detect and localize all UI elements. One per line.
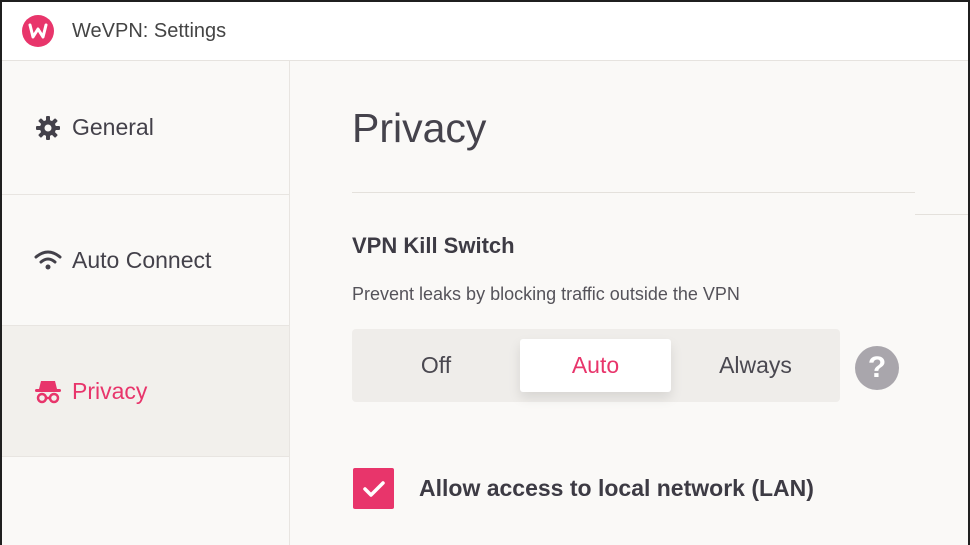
sidebar-item-general[interactable]: General xyxy=(2,61,289,195)
sidebar-item-label: General xyxy=(72,114,154,140)
checkmark-icon xyxy=(362,480,385,497)
lan-checkbox-label[interactable]: Allow access to local network (LAN) xyxy=(419,475,814,502)
spy-icon xyxy=(34,377,62,405)
sidebar: General Auto Connect Privacy xyxy=(2,61,290,545)
lan-checkbox[interactable] xyxy=(353,468,394,509)
kill-switch-description: Prevent leaks by blocking traffic outsid… xyxy=(352,284,740,304)
kill-switch-title: VPN Kill Switch xyxy=(352,233,515,258)
page-title: Privacy xyxy=(352,105,487,151)
sidebar-item-privacy[interactable]: Privacy xyxy=(2,326,289,457)
window-title: WeVPN: Settings xyxy=(72,19,227,42)
kill-switch-option-off[interactable]: Off xyxy=(352,339,520,392)
title-bar: WeVPN: Settings xyxy=(2,2,968,61)
divider xyxy=(915,214,968,215)
sidebar-item-label: Privacy xyxy=(72,377,148,404)
help-label: ? xyxy=(867,351,887,384)
wevpn-logo-icon xyxy=(22,15,54,47)
sidebar-item-label: Auto Connect xyxy=(72,246,212,273)
settings-panel: Privacy VPN Kill Switch Prevent leaks by… xyxy=(290,61,968,545)
divider xyxy=(352,192,915,193)
kill-switch-option-auto[interactable]: Auto xyxy=(520,339,671,392)
help-icon[interactable]: ? xyxy=(855,346,899,390)
wifi-icon xyxy=(34,246,62,274)
gear-icon xyxy=(34,114,62,142)
kill-switch-selector: Off Auto Always xyxy=(352,329,840,402)
sidebar-item-auto-connect[interactable]: Auto Connect xyxy=(2,195,289,326)
kill-switch-option-always[interactable]: Always xyxy=(671,339,840,392)
